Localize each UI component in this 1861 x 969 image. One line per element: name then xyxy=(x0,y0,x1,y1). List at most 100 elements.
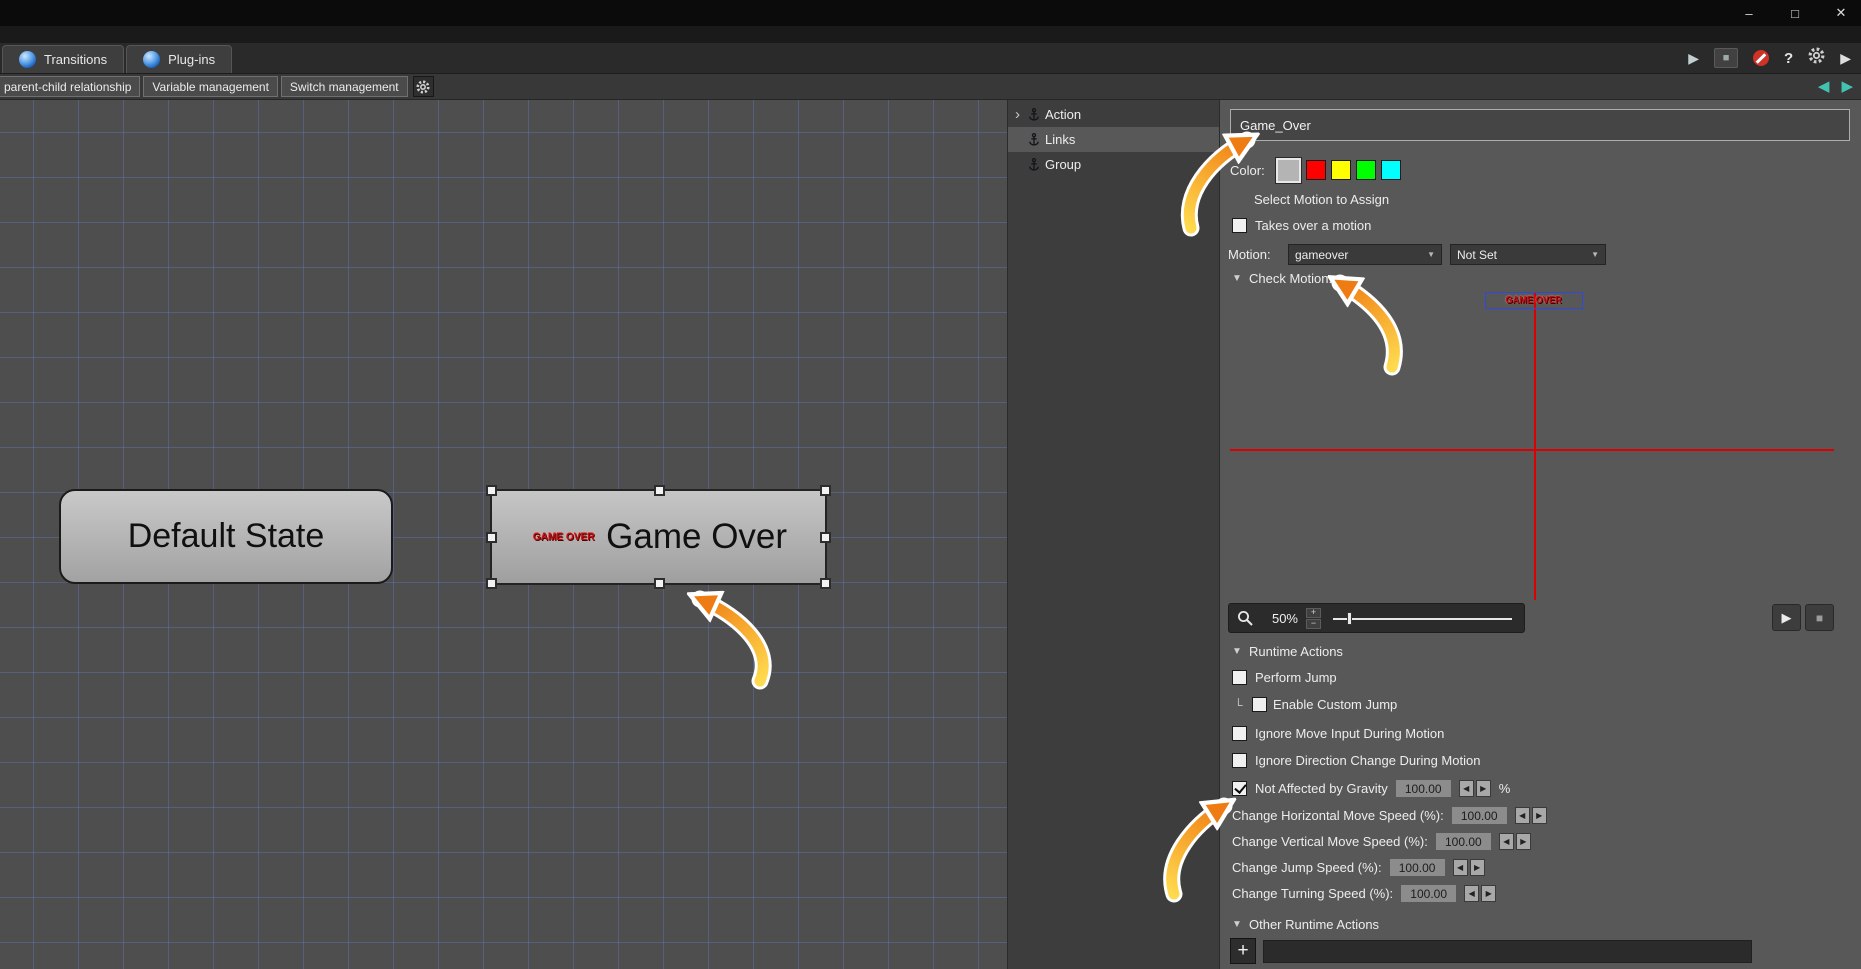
chevron-down-icon: ▼ xyxy=(1591,250,1599,259)
selection-handle[interactable] xyxy=(653,485,665,496)
outline-item-action[interactable]: › Action xyxy=(1008,102,1219,127)
preview-zoom-bar: 50% + − xyxy=(1228,603,1525,633)
selection-handle[interactable] xyxy=(486,532,497,543)
check-motion-header[interactable]: ▼ Check Motion: xyxy=(1232,271,1332,286)
gravity-row: Not Affected by Gravity 100.00 ◀ ▶ % xyxy=(1232,780,1510,797)
decrease-arrow-button[interactable]: ◀ xyxy=(1458,780,1474,797)
motion-dropdown2-value: Not Set xyxy=(1457,247,1498,262)
zoom-in-button[interactable]: + xyxy=(1306,607,1321,618)
motion-dropdown-secondary[interactable]: Not Set ▼ xyxy=(1450,244,1606,265)
selection-handle[interactable] xyxy=(820,485,831,496)
not-affected-by-gravity-checkbox[interactable] xyxy=(1232,781,1247,796)
motion-dropdown[interactable]: gameover ▼ xyxy=(1288,244,1442,265)
color-swatch-yellow[interactable] xyxy=(1330,160,1351,180)
motion-thumbnail: GAME OVER xyxy=(532,531,595,543)
preview-axis-horizontal xyxy=(1230,449,1834,451)
help-icon[interactable]: ? xyxy=(1784,50,1793,67)
tab-switch-label: Switch management xyxy=(289,79,399,94)
titlebar: – □ ✕ xyxy=(0,0,1861,26)
decrease-arrow-button[interactable]: ◀ xyxy=(1452,859,1468,876)
tab-parent-child-relationship[interactable]: parent-child relationship xyxy=(0,76,141,97)
gear-icon xyxy=(416,79,430,94)
minimize-button[interactable]: – xyxy=(1741,6,1757,21)
zoom-out-button[interactable]: − xyxy=(1306,618,1321,629)
decrease-arrow-button[interactable]: ◀ xyxy=(1464,885,1480,902)
back-arrow-icon[interactable]: ◀ xyxy=(1818,79,1830,94)
window-controls: – □ ✕ xyxy=(1741,0,1849,26)
outline-item-group[interactable]: Group xyxy=(1008,152,1219,177)
vertical-speed-value[interactable]: 100.00 xyxy=(1435,833,1491,850)
forward-arrow-icon[interactable]: ▶ xyxy=(1841,79,1853,94)
step-forward-icon[interactable]: ▶ xyxy=(1840,50,1851,67)
increase-arrow-button[interactable]: ▶ xyxy=(1475,780,1491,797)
tab-parent-child-label: parent-child relationship xyxy=(4,79,132,94)
zoom-slider-thumb[interactable] xyxy=(1347,612,1352,625)
color-swatch-green[interactable] xyxy=(1355,160,1376,180)
state-node-label: Game Over xyxy=(606,517,788,556)
properties-panel: Color: Select Motion to Assign Takes ove… xyxy=(1220,100,1861,969)
selection-handle[interactable] xyxy=(653,578,665,589)
run-play-icon[interactable]: ▶ xyxy=(1688,50,1699,67)
tab-variable-management[interactable]: Variable management xyxy=(143,76,278,97)
state-name-input[interactable] xyxy=(1230,109,1850,141)
other-runtime-actions-header[interactable]: ▼ Other Runtime Actions xyxy=(1232,917,1379,932)
settings-gear-icon[interactable] xyxy=(1808,47,1825,69)
color-swatch-gray[interactable] xyxy=(1275,157,1301,183)
increase-arrow-button[interactable]: ▶ xyxy=(1481,885,1497,902)
anchor-icon xyxy=(1029,158,1039,171)
color-swatch-cyan[interactable] xyxy=(1380,160,1401,180)
state-node-default[interactable]: Default State xyxy=(59,489,393,584)
toolbar-right-icons: ▶ ■ ? ▶ xyxy=(1688,43,1861,73)
increase-arrow-button[interactable]: ▶ xyxy=(1469,859,1485,876)
close-button[interactable]: ✕ xyxy=(1833,5,1849,21)
maximize-button[interactable]: □ xyxy=(1787,6,1803,21)
select-motion-header: Select Motion to Assign xyxy=(1254,192,1389,207)
debug-abort-icon[interactable] xyxy=(1753,50,1770,66)
chevron-down-icon: ▼ xyxy=(1427,250,1435,259)
perform-jump-checkbox[interactable] xyxy=(1232,670,1247,685)
selection-handle[interactable] xyxy=(486,485,497,496)
run-stop-button[interactable]: ■ xyxy=(1714,48,1739,68)
ignore-direction-change-checkbox[interactable] xyxy=(1232,753,1247,768)
tab-transitions[interactable]: Transitions xyxy=(2,45,125,73)
takes-over-checkbox[interactable] xyxy=(1232,218,1247,233)
decrease-arrow-button[interactable]: ◀ xyxy=(1498,833,1514,850)
horizontal-speed-value[interactable]: 100.00 xyxy=(1451,807,1507,824)
turning-speed-value[interactable]: 100.00 xyxy=(1401,885,1457,902)
enable-custom-jump-label: Enable Custom Jump xyxy=(1273,697,1398,712)
tab-switch-management[interactable]: Switch management xyxy=(280,76,408,97)
add-action-button[interactable]: + xyxy=(1230,938,1256,964)
manage-settings-button[interactable] xyxy=(412,76,434,97)
play-icon: ▶ xyxy=(1781,609,1792,625)
jump-speed-value[interactable]: 100.00 xyxy=(1389,859,1445,876)
increase-arrow-button[interactable]: ▶ xyxy=(1531,807,1547,824)
color-label: Color: xyxy=(1230,162,1265,178)
decrease-arrow-button[interactable]: ◀ xyxy=(1514,807,1530,824)
gravity-value[interactable]: 100.00 xyxy=(1395,780,1451,797)
state-node-game-over[interactable]: GAME OVER Game Over xyxy=(486,485,831,589)
percent-suffix: % xyxy=(1498,781,1511,796)
selection-handle[interactable] xyxy=(820,532,831,543)
color-swatch-red[interactable] xyxy=(1305,160,1326,180)
preview-sprite[interactable]: GAME OVER xyxy=(1485,292,1583,309)
preview-stop-button[interactable]: ■ xyxy=(1805,604,1834,631)
enable-custom-jump-checkbox[interactable] xyxy=(1252,697,1267,712)
zoom-slider[interactable] xyxy=(1329,604,1516,632)
selection-handle[interactable] xyxy=(486,578,497,589)
outline-panel: › Action Links Group xyxy=(1007,100,1220,969)
preview-playback-controls: ▶ ■ xyxy=(1772,604,1834,631)
outline-item-links[interactable]: Links xyxy=(1008,127,1219,152)
selection-handle[interactable] xyxy=(820,578,831,589)
runtime-actions-header[interactable]: ▼ Runtime Actions xyxy=(1232,644,1343,659)
zoom-slider-track[interactable] xyxy=(1333,617,1512,620)
magnifier-icon[interactable] xyxy=(1237,610,1254,627)
other-actions-list[interactable] xyxy=(1263,940,1752,963)
preview-play-button[interactable]: ▶ xyxy=(1772,604,1801,631)
ignore-direction-change-row: Ignore Direction Change During Motion xyxy=(1232,753,1480,768)
tab-plugins[interactable]: Plug-ins xyxy=(126,45,233,73)
ignore-move-input-checkbox[interactable] xyxy=(1232,726,1247,741)
increase-arrow-button[interactable]: ▶ xyxy=(1515,833,1531,850)
expand-chevron-icon[interactable]: › xyxy=(1012,107,1023,122)
state-node-label: Default State xyxy=(127,517,325,555)
outline-item-label: Action xyxy=(1045,107,1082,122)
